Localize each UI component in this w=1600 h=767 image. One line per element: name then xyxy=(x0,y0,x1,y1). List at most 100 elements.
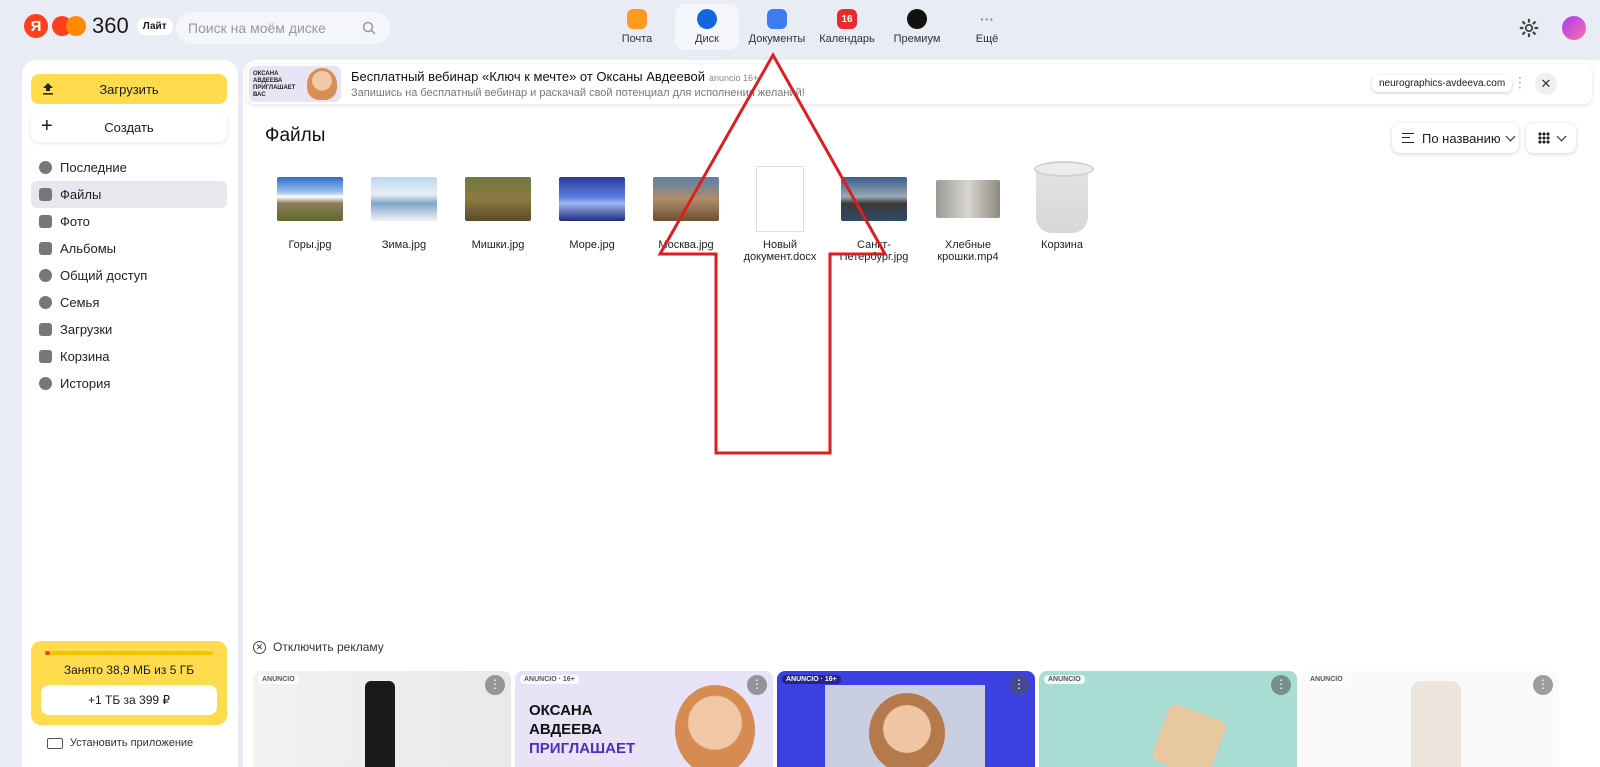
ad-more-icon[interactable]: ⋮ xyxy=(1513,74,1527,91)
calendar-icon: 16 xyxy=(837,9,857,29)
document-icon xyxy=(756,166,804,232)
yandex-360-logo[interactable]: Я 360 Лайт xyxy=(24,13,173,39)
trash-folder[interactable]: Корзина xyxy=(1019,161,1105,263)
video-thumbnail xyxy=(936,180,1000,218)
sort-icon xyxy=(1402,133,1414,143)
file-item[interactable]: Санкт-Петербург.jpg xyxy=(831,163,917,263)
clock-icon xyxy=(39,161,52,174)
image-thumbnail xyxy=(465,177,531,221)
file-icon xyxy=(39,188,52,201)
image-thumbnail xyxy=(841,177,907,221)
ad-card[interactable]: ANUNCIO · 16+ ⋮ ОКСАНА АВДЕЕВА ПРИГЛАШАЕТ xyxy=(515,671,773,767)
sidebar-item-recent[interactable]: Последние xyxy=(31,154,227,181)
ad-card[interactable]: ANUNCIO ⋮ xyxy=(253,671,511,767)
page-title: Файлы xyxy=(265,125,326,146)
disable-ads-link[interactable]: ✕ Отключить рекламу xyxy=(253,640,384,654)
more-dots-icon[interactable]: ⋮ xyxy=(1009,675,1029,695)
create-button[interactable]: + Создать xyxy=(31,112,227,142)
heart-icon xyxy=(39,296,52,309)
computer-icon xyxy=(46,737,63,749)
logo-360-icon xyxy=(52,16,86,36)
gear-icon[interactable] xyxy=(1518,17,1540,39)
sidebar-item-downloads[interactable]: Загрузки xyxy=(31,316,227,343)
sidebar: Загрузить + Создать Последние Файлы Фото… xyxy=(22,60,238,767)
top-bar: Я 360 Лайт Почта Диск Документы 16 Кален… xyxy=(0,0,1600,56)
ad-card[interactable]: ANUNCIO · 16+ ⋮ xyxy=(777,671,1035,767)
service-disk[interactable]: Диск xyxy=(675,4,739,50)
file-item[interactable]: Море.jpg xyxy=(549,163,635,263)
documents-icon xyxy=(767,9,787,29)
chevron-down-icon xyxy=(1556,131,1566,141)
file-item[interactable]: Москва.jpg xyxy=(643,163,729,263)
install-app-link[interactable]: Установить приложение xyxy=(22,737,218,749)
sidebar-item-albums[interactable]: Альбомы xyxy=(31,235,227,262)
file-grid: Горы.jpg Зима.jpg Мишки.jpg Море.jpg Мос… xyxy=(267,161,1113,263)
storage-progress-bar xyxy=(45,651,213,655)
ad-card[interactable]: ANUNCIO ⋮ xyxy=(1301,671,1559,767)
disk-icon xyxy=(697,9,717,29)
ad-domain-link[interactable]: neurographics-avdeeva.com xyxy=(1372,75,1513,92)
search-icon[interactable] xyxy=(362,21,376,35)
logo-360-text: 360 xyxy=(92,13,129,38)
image-thumbnail xyxy=(559,177,625,221)
services-nav: Почта Диск Документы 16 Календарь Премиу… xyxy=(605,4,1025,50)
trash-icon xyxy=(39,350,52,363)
album-icon xyxy=(39,242,52,255)
buy-storage-button[interactable]: +1 ТБ за 399 ₽ xyxy=(41,685,217,715)
service-premium[interactable]: Премиум xyxy=(885,4,949,50)
view-mode-button[interactable] xyxy=(1526,123,1576,153)
file-item[interactable]: Горы.jpg xyxy=(267,163,353,263)
more-dots-icon[interactable]: ⋮ xyxy=(1533,675,1553,695)
service-documents[interactable]: Документы xyxy=(745,4,809,50)
upload-button[interactable]: Загрузить xyxy=(31,74,227,104)
ad-thumbnail: ОКСАНА АВДЕЕВА ПРИГЛАШАЕТ ВАС xyxy=(249,66,341,102)
sidebar-item-shared[interactable]: Общий доступ xyxy=(31,262,227,289)
image-thumbnail xyxy=(371,177,437,221)
ad-card[interactable]: ANUNCIO ⋮ xyxy=(1039,671,1297,767)
sidebar-item-trash[interactable]: Корзина xyxy=(31,343,227,370)
file-item[interactable]: Зима.jpg xyxy=(361,163,447,263)
more-dots-icon[interactable]: ⋮ xyxy=(747,675,767,695)
service-mail[interactable]: Почта xyxy=(605,4,669,50)
sidebar-item-history[interactable]: История xyxy=(31,370,227,397)
sidebar-item-family[interactable]: Семья xyxy=(31,289,227,316)
sidebar-item-files[interactable]: Файлы xyxy=(31,181,227,208)
storage-usage-text: Занято 38,9 МБ из 5 ГБ xyxy=(63,663,195,677)
close-circle-icon: ✕ xyxy=(253,640,266,654)
avatar[interactable] xyxy=(1562,16,1586,40)
chevron-down-icon xyxy=(1505,131,1516,141)
ad-title[interactable]: Бесплатный вебинар «Ключ к мечте» от Окс… xyxy=(351,69,758,84)
lite-badge: Лайт xyxy=(136,17,173,35)
storage-panel: Занято 38,9 МБ из 5 ГБ +1 ТБ за 399 ₽ xyxy=(31,641,227,725)
photo-icon xyxy=(39,215,52,228)
image-thumbnail xyxy=(653,177,719,221)
image-thumbnail xyxy=(277,177,343,221)
ad-banner[interactable]: ОКСАНА АВДЕЕВА ПРИГЛАШАЕТ ВАС Бесплатный… xyxy=(247,64,1592,104)
service-calendar[interactable]: 16 Календарь xyxy=(815,4,879,50)
service-more[interactable]: ··· Ещё xyxy=(955,4,1019,50)
download-icon xyxy=(39,323,52,336)
users-icon xyxy=(39,269,52,282)
upload-icon xyxy=(43,83,53,95)
sidebar-item-photo[interactable]: Фото xyxy=(31,208,227,235)
file-item[interactable]: Мишки.jpg xyxy=(455,163,541,263)
search-box[interactable] xyxy=(176,12,390,44)
more-dots-icon[interactable]: ⋮ xyxy=(485,675,505,695)
grid-icon xyxy=(1537,132,1550,144)
mail-icon xyxy=(627,9,647,29)
more-dots-icon: ··· xyxy=(980,11,994,27)
trash-bin-icon xyxy=(1034,161,1094,233)
sort-button[interactable]: По названию xyxy=(1392,123,1519,153)
yandex-logo-icon: Я xyxy=(24,14,48,38)
file-item[interactable]: Хлебные крошки.mp4 xyxy=(925,163,1011,263)
sidebar-nav: Последние Файлы Фото Альбомы Общий досту… xyxy=(31,154,227,397)
main-content: ОКСАНА АВДЕЕВА ПРИГЛАШАЕТ ВАС Бесплатный… xyxy=(243,60,1600,767)
more-dots-icon[interactable]: ⋮ xyxy=(1271,675,1291,695)
plus-icon: + xyxy=(41,115,53,137)
search-input[interactable] xyxy=(188,20,358,36)
ad-cards-row: ANUNCIO ⋮ ANUNCIO · 16+ ⋮ ОКСАНА АВДЕЕВА П… xyxy=(253,671,1563,767)
premium-icon xyxy=(907,9,927,29)
ad-subtitle: Запишись на бесплатный вебинар и раскача… xyxy=(351,87,805,99)
close-icon[interactable]: ✕ xyxy=(1535,73,1557,95)
file-item[interactable]: Новый документ.docx xyxy=(737,163,823,263)
